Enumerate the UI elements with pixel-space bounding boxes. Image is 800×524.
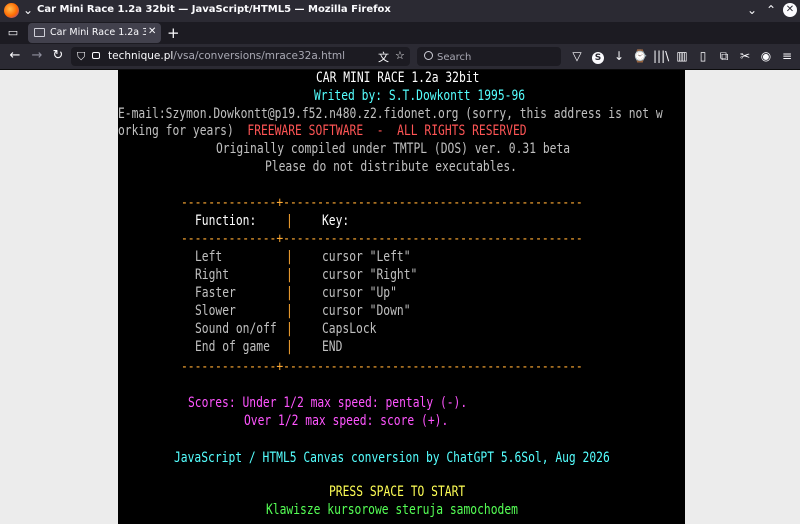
row-function: Slower (195, 303, 236, 319)
email-line-1: E-mail:Szymon.Dowkontt@p19.f52.n480.z2.f… (118, 106, 663, 122)
row-key: cursor "Right" (322, 267, 418, 283)
chevron-down-icon[interactable]: ⌄ (21, 3, 35, 18)
game-author: Writed by: S.T.Dowkontt 1995-96 (314, 88, 526, 104)
row-function: Left (195, 249, 223, 265)
row-function: Right (195, 267, 230, 283)
pocket-icon[interactable]: ▽ (569, 49, 585, 64)
game-title: CAR MINI RACE 1.2a 32bit (316, 70, 480, 86)
row-key: cursor "Up" (322, 285, 397, 301)
row-function: Faster (195, 285, 236, 301)
row-function: End of game (195, 339, 270, 355)
close-tab-icon[interactable]: ✕ (148, 26, 156, 37)
navigation-toolbar: ← → ↻ ⛉ technique.pl/vsa/conversions/mra… (0, 44, 800, 70)
tab-label: Car Mini Race 1.2a 32bit (50, 27, 146, 38)
email-line-2: orking for years) FREEWARE SOFTWARE - AL… (118, 123, 527, 139)
scores-line-1: Scores: Under 1/2 max speed: pentaly (-)… (188, 395, 468, 411)
conversion-credit: JavaScript / HTML5 Canvas conversion by … (174, 450, 610, 466)
app-menu-icon[interactable]: ≡ (779, 49, 795, 64)
search-icon (424, 51, 433, 60)
table-divider: | (286, 213, 293, 229)
row-key: cursor "Left" (322, 249, 411, 265)
email-line-2-text: orking for years) (118, 123, 248, 139)
table-divider: | (286, 321, 293, 337)
table-rule-top: --------------+-------------------------… (181, 195, 583, 211)
back-button[interactable]: ← (7, 48, 23, 64)
row-key: END (322, 339, 343, 355)
tab-active[interactable]: Car Mini Race 1.2a 32bit ✕ (28, 23, 161, 43)
forward-button[interactable]: → (29, 48, 45, 64)
page-favicon-icon (34, 28, 45, 37)
tab-strip: ▭ Car Mini Race 1.2a 32bit ✕ + (0, 22, 800, 44)
sidebar-icon[interactable]: ▯ (695, 49, 711, 64)
press-start-prompt: PRESS SPACE TO START (329, 484, 466, 500)
history-icon[interactable]: ⌚ (632, 49, 648, 64)
table-header-function: Function: (195, 213, 257, 229)
new-tab-button[interactable]: + (167, 24, 180, 42)
table-rule-mid: --------------+-------------------------… (181, 231, 583, 247)
game-canvas[interactable]: CAR MINI RACE 1.2a 32bit Writed by: S.T.… (118, 70, 685, 524)
url-text[interactable]: technique.pl/vsa/conversions/mrace32a.ht… (108, 50, 345, 62)
firefox-logo-icon[interactable] (4, 3, 19, 18)
screenshot-icon[interactable]: ✂ (737, 49, 753, 64)
tracking-protection-icon[interactable]: ⛉ (77, 50, 85, 64)
url-bar[interactable]: ⛉ technique.pl/vsa/conversions/mrace32a.… (71, 47, 410, 66)
table-divider: | (286, 339, 293, 355)
row-function: Sound on/off (195, 321, 277, 337)
compiled-note: Originally compiled under TMTPL (DOS) ve… (216, 141, 571, 157)
downloads-icon[interactable]: ↓ (611, 49, 627, 64)
minimize-button[interactable]: ⌄ (745, 3, 759, 18)
page-content: CAR MINI RACE 1.2a 32bit Writed by: S.T.… (0, 70, 800, 524)
distribute-note: Please do not distribute executables. (265, 159, 517, 175)
table-divider: | (286, 303, 293, 319)
url-host: technique.pl (108, 50, 174, 62)
maximize-button[interactable]: ⌃ (764, 3, 778, 18)
table-divider: | (286, 285, 293, 301)
row-key: CapsLock (322, 321, 377, 337)
window-titlebar: ⌄ Car Mini Race 1.2a 32bit — JavaScript/… (0, 0, 800, 22)
firefox-view-icon[interactable]: ▭ (6, 26, 20, 40)
row-key: cursor "Down" (322, 303, 411, 319)
scores-line-2: Over 1/2 max speed: score (+). (244, 413, 449, 429)
addon-icon[interactable]: ◉ (758, 49, 774, 64)
extensions-icon[interactable]: ⧉ (716, 49, 732, 64)
bookmark-star-icon[interactable]: ☆ (395, 49, 405, 62)
polish-hint: Klawisze kursorowe steruja samochodem (266, 502, 518, 518)
reload-button[interactable]: ↻ (50, 48, 66, 64)
close-window-button[interactable]: ✕ (783, 3, 797, 17)
window-title: Car Mini Race 1.2a 32bit — JavaScript/HT… (37, 4, 391, 15)
search-box[interactable] (417, 47, 561, 66)
search-input[interactable] (435, 49, 559, 66)
lock-icon[interactable] (92, 52, 100, 59)
library-icon[interactable]: |||\ (653, 49, 669, 64)
table-divider: | (286, 267, 293, 283)
translate-icon[interactable]: 文 (378, 49, 389, 65)
url-path: /vsa/conversions/mrace32a.html (173, 50, 346, 62)
freeware-notice: FREEWARE SOFTWARE - ALL RIGHTS RESERVED (247, 123, 527, 139)
table-divider: | (286, 249, 293, 265)
bookmarks-icon[interactable]: ▥ (674, 49, 690, 64)
table-header-key: Key: (322, 213, 350, 229)
account-icon[interactable]: S (590, 49, 606, 64)
table-rule-bottom: --------------+-------------------------… (181, 359, 583, 375)
